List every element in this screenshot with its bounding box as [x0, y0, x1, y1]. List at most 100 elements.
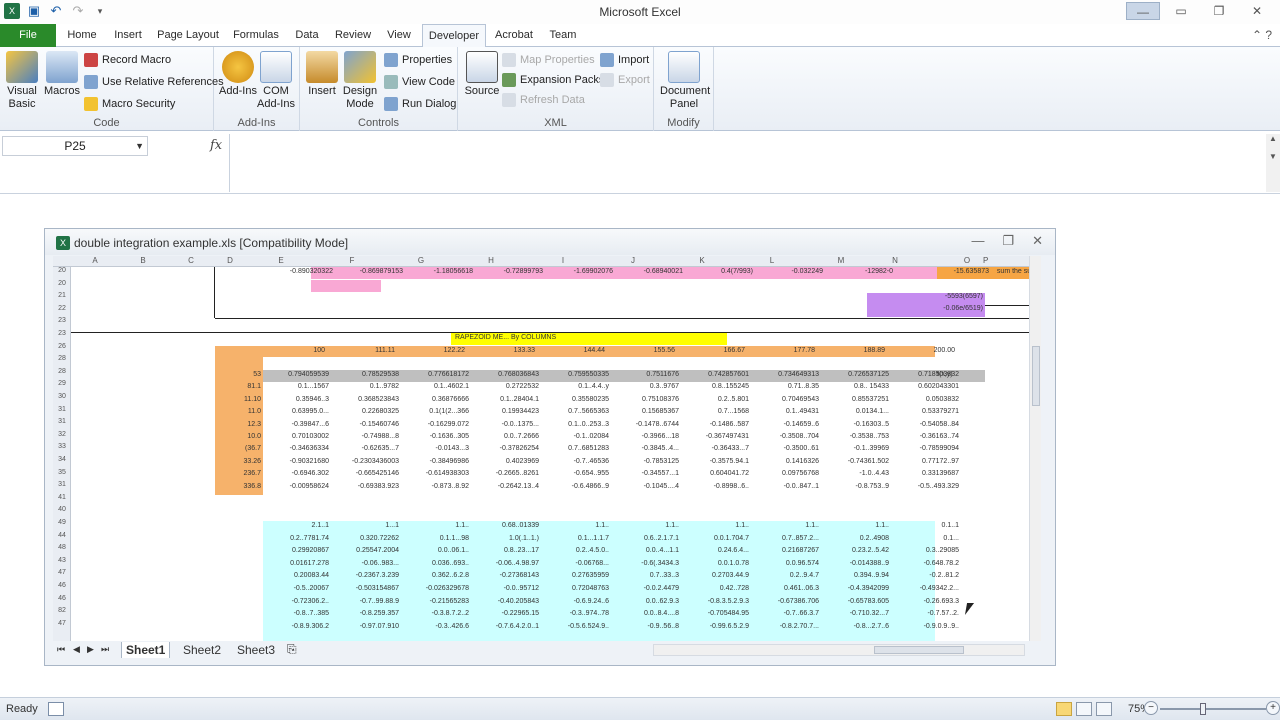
column-header-p[interactable]: P — [983, 256, 988, 265]
column-header-n[interactable]: N — [875, 256, 915, 265]
workbook-restore-button[interactable]: ❐ — [1002, 233, 1014, 249]
row-header[interactable]: 40 — [53, 506, 71, 513]
formula-bar-scroll[interactable]: ▲ ▼ — [1266, 134, 1280, 192]
row-header[interactable]: 48 — [53, 544, 71, 551]
column-header-f[interactable]: F — [317, 256, 387, 265]
design-mode-button[interactable]: Design Mode — [338, 51, 382, 111]
row-header[interactable]: 49 — [53, 519, 71, 526]
relative-references-button[interactable]: Use Relative References — [84, 73, 224, 91]
column-header-j[interactable]: J — [599, 256, 667, 265]
row-header[interactable]: 47 — [53, 569, 71, 576]
zoom-out-button[interactable]: − — [1144, 701, 1158, 715]
column-header-a[interactable]: A — [71, 256, 119, 265]
chevron-down-icon[interactable]: ▼ — [135, 137, 144, 155]
row-header[interactable]: 31 — [53, 481, 71, 488]
horizontal-scrollbar[interactable] — [653, 644, 1025, 656]
tab-file[interactable]: File — [0, 24, 56, 47]
import-button[interactable]: Import — [600, 51, 649, 69]
horizontal-scroll-thumb[interactable] — [874, 646, 964, 654]
row-header[interactable]: 31 — [53, 418, 71, 425]
run-dialog-button[interactable]: Run Dialog — [384, 95, 456, 113]
page-break-view-button[interactable] — [1096, 702, 1112, 716]
macro-record-icon[interactable] — [48, 702, 64, 716]
worksheet-grid[interactable]: ABCDEFGHIJKLMNOP 20 20 21 22 23 23 26 28 28 29 30 3… — [53, 256, 1031, 641]
column-header-k[interactable]: K — [667, 256, 737, 265]
zoom-slider-knob[interactable] — [1200, 703, 1206, 715]
row-header[interactable]: 47 — [53, 620, 71, 627]
tab-formulas[interactable]: Formulas — [228, 24, 284, 47]
row-header[interactable]: 41 — [53, 494, 71, 501]
column-header-i[interactable]: I — [527, 256, 599, 265]
minimize-button[interactable]: — — [1126, 2, 1160, 20]
expansion-packs-button[interactable]: Expansion Packs — [502, 71, 604, 89]
row-header[interactable]: 28 — [53, 355, 71, 362]
page-layout-view-button[interactable] — [1076, 702, 1092, 716]
visual-basic-button[interactable]: Visual Basic — [0, 51, 44, 111]
row-header[interactable]: 46 — [53, 582, 71, 589]
row-header[interactable]: 28 — [53, 368, 71, 375]
new-sheet-icon[interactable]: ⎘ — [287, 642, 297, 657]
tab-sheet2[interactable]: Sheet2 — [179, 642, 225, 658]
row-header[interactable]: 82 — [53, 607, 71, 614]
formula-input[interactable] — [229, 134, 1266, 192]
column-header-m[interactable]: M — [807, 256, 875, 265]
first-sheet-icon[interactable]: ⏮ — [57, 644, 65, 655]
maximize-button[interactable]: ❐ — [1202, 2, 1236, 20]
vertical-scrollbar[interactable] — [1029, 256, 1041, 641]
row-header[interactable]: 20 — [53, 280, 71, 287]
tab-team[interactable]: Team — [544, 24, 582, 47]
export-button[interactable]: Export — [600, 71, 650, 89]
tab-developer[interactable]: Developer — [422, 24, 486, 48]
row-header[interactable]: 22 — [53, 305, 71, 312]
vertical-scroll-thumb[interactable] — [1032, 346, 1040, 406]
zoom-in-button[interactable]: + — [1266, 701, 1280, 715]
prev-sheet-icon[interactable]: ◀ — [73, 644, 80, 655]
tab-acrobat[interactable]: Acrobat — [490, 24, 538, 47]
row-header[interactable]: 34 — [53, 456, 71, 463]
help-icon[interactable]: ⌃ ? — [1252, 28, 1272, 42]
row-header[interactable]: 35 — [53, 469, 71, 476]
tab-view[interactable]: View — [380, 24, 418, 47]
source-button[interactable]: Source — [460, 51, 504, 98]
row-header[interactable]: 46 — [53, 595, 71, 602]
row-header[interactable]: 23 — [53, 330, 71, 337]
column-header-d[interactable]: D — [215, 256, 245, 265]
column-header-c[interactable]: C — [167, 256, 215, 265]
workbook-close-button[interactable]: ✕ — [1032, 233, 1043, 249]
com-addins-button[interactable]: COM Add-Ins — [254, 51, 298, 111]
normal-view-button[interactable] — [1056, 702, 1072, 716]
last-sheet-icon[interactable]: ⏭ — [101, 644, 109, 655]
column-header-l[interactable]: L — [737, 256, 807, 265]
tab-review[interactable]: Review — [330, 24, 376, 47]
row-header[interactable]: 26 — [53, 343, 71, 350]
restore-button[interactable]: ▭ — [1164, 2, 1198, 20]
row-header[interactable]: 43 — [53, 557, 71, 564]
tab-sheet1[interactable]: Sheet1 — [121, 642, 171, 658]
refresh-data-button[interactable]: Refresh Data — [502, 91, 585, 109]
row-header[interactable]: 23 — [53, 317, 71, 324]
column-header-b[interactable]: B — [119, 256, 167, 265]
view-code-button[interactable]: View Code — [384, 73, 455, 91]
tab-insert[interactable]: Insert — [108, 24, 148, 47]
row-header[interactable]: 21 — [53, 292, 71, 299]
tab-sheet3[interactable]: Sheet3 — [233, 642, 279, 658]
row-header[interactable]: 44 — [53, 532, 71, 539]
row-header[interactable]: 29 — [53, 380, 71, 387]
properties-button[interactable]: Properties — [384, 51, 452, 69]
tab-home[interactable]: Home — [60, 24, 104, 47]
row-header[interactable]: 32 — [53, 431, 71, 438]
record-macro-button[interactable]: Record Macro — [84, 51, 171, 69]
column-header-h[interactable]: H — [455, 256, 527, 265]
name-box[interactable]: P25 ▼ — [2, 136, 148, 156]
column-header-e[interactable]: E — [245, 256, 317, 265]
macro-security-button[interactable]: Macro Security — [84, 95, 175, 113]
row-header[interactable]: 31 — [53, 406, 71, 413]
row-header[interactable]: 20 — [53, 267, 71, 274]
tab-data[interactable]: Data — [288, 24, 326, 47]
next-sheet-icon[interactable]: ▶ — [87, 644, 94, 655]
zoom-slider[interactable] — [1160, 703, 1266, 715]
cell-area[interactable]: -0.890320322 -0.869879153 -1.18056618 -0.72… — [71, 267, 1031, 641]
tab-page-layout[interactable]: Page Layout — [152, 24, 224, 47]
workbook-minimize-button[interactable]: — — [971, 233, 984, 249]
document-panel-button[interactable]: Document Panel — [660, 51, 710, 111]
